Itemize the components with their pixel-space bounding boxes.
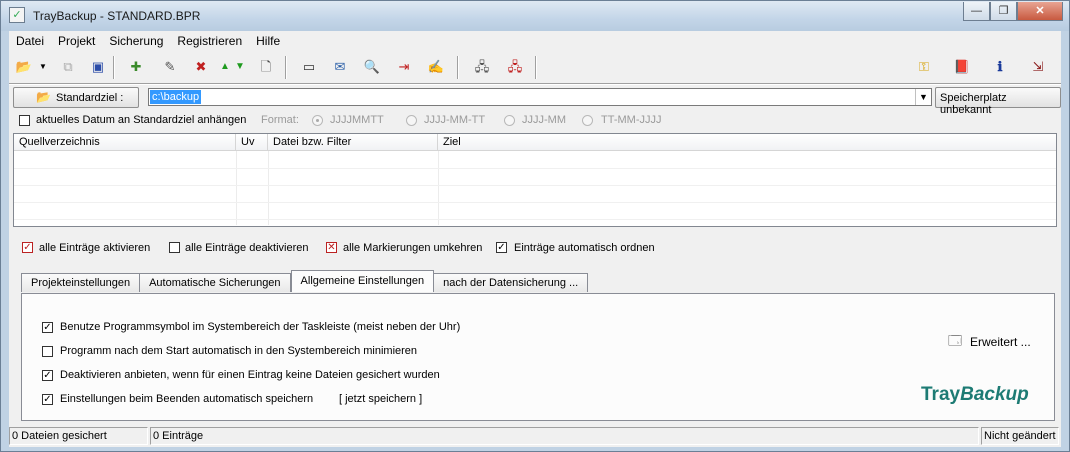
activate-all-link[interactable]: alle Einträge aktivieren <box>39 242 150 254</box>
notes-icon[interactable]: ✍ <box>427 58 445 76</box>
network-drive-icon[interactable]: 🖧 <box>473 58 491 76</box>
settings-tabs: Projekteinstellungen Automatische Sicher… <box>21 270 589 292</box>
network-drive-disconnect-icon[interactable]: 🖧 <box>506 58 524 76</box>
folder-icon: 📂 <box>36 90 51 104</box>
chevron-down-icon[interactable]: ▼ <box>915 89 931 105</box>
invert-marks-checkbox-icon[interactable]: ✕ <box>326 242 337 253</box>
tray-icon-checkbox[interactable]: ✓ <box>42 322 53 333</box>
column-header-target[interactable]: Ziel <box>438 134 1056 151</box>
exit-icon[interactable]: ⇲ <box>1029 58 1047 76</box>
edit-entry-icon[interactable]: ✎ <box>161 58 179 76</box>
book-icon[interactable]: 📕 <box>953 58 971 76</box>
settings-window-icon[interactable]: 🗔 <box>948 332 962 354</box>
minimize-button[interactable]: — <box>963 2 990 21</box>
offer-deactivate-label: Deaktivieren anbieten, wenn für einen Ei… <box>60 369 440 381</box>
source-list[interactable]: Quellverzeichnis Uv Datei bzw. Filter Zi… <box>13 133 1057 227</box>
copy-project-icon[interactable]: ⧉ <box>59 58 77 76</box>
search-icon[interactable]: 🔍 <box>363 58 381 76</box>
toolbar: 📂 ▼ ⧉ ▣ ✚ ✎ ✖ ▲ ▼ 🗋 ▭ ✉ 🔍 ⇥ ✍ 🖧 🖧 ⚿ 📕 ℹ … <box>9 53 1061 81</box>
offer-deactivate-checkbox[interactable]: ✓ <box>42 370 53 381</box>
append-date-label: aktuelles Datum an Standardziel anhängen <box>36 114 247 126</box>
status-files-saved: 0 Dateien gesichert <box>9 427 148 445</box>
auto-sort-checkbox[interactable]: ✓ <box>496 242 507 253</box>
storage-space-button[interactable]: Speicherplatz unbekannt <box>935 87 1061 116</box>
toolbar-divider <box>9 83 1061 85</box>
mail-icon[interactable]: ✉ <box>331 58 349 76</box>
key-icon[interactable]: ⚿ <box>915 58 933 76</box>
info-icon[interactable]: ℹ <box>991 58 1009 76</box>
status-changed: Nicht geändert <box>981 427 1059 445</box>
activate-all-checkbox-icon[interactable]: ✓ <box>22 242 33 253</box>
client-area: 📂 ▼ ⧉ ▣ ✚ ✎ ✖ ▲ ▼ 🗋 ▭ ✉ 🔍 ⇥ ✍ 🖧 🖧 ⚿ 📕 ℹ … <box>9 50 1061 447</box>
menu-bar: Datei Projekt Sicherung Registrieren Hil… <box>9 31 1061 50</box>
standard-target-label: Standardziel : <box>56 92 124 104</box>
tab-after-backup[interactable]: nach der Datensicherung ... <box>434 273 589 292</box>
tray-icon-label: Benutze Programmsymbol im Systembereich … <box>60 321 461 333</box>
target-path-value: c:\backup <box>150 90 202 104</box>
app-checkmark-icon[interactable]: ✓ <box>9 7 25 23</box>
view-icon[interactable]: ▭ <box>300 58 318 76</box>
auto-sort-label: Einträge automatisch ordnen <box>514 242 655 254</box>
status-bar: 0 Dateien gesichert 0 Einträge Nicht geä… <box>9 426 1061 445</box>
open-folder-icon[interactable]: 📂 <box>15 58 33 76</box>
format-option-label: TT-MM-JJJJ <box>601 114 662 126</box>
menu-projekt[interactable]: Projekt <box>51 31 102 50</box>
format-option-label: JJJJMMTT <box>330 114 384 126</box>
dropdown-arrow-icon[interactable]: ▼ <box>34 58 52 76</box>
menu-hilfe[interactable]: Hilfe <box>249 31 287 50</box>
autosave-settings-checkbox[interactable]: ✓ <box>42 394 53 405</box>
column-header-filter[interactable]: Datei bzw. Filter <box>268 134 438 151</box>
format-radio-jjjj-mm[interactable] <box>504 115 515 126</box>
move-down-icon[interactable]: ▼ <box>231 58 249 76</box>
advanced-link[interactable]: Erweitert ... <box>970 335 1031 349</box>
remove-entry-icon[interactable]: ✖ <box>192 58 210 76</box>
new-document-icon[interactable]: 🗋 <box>257 58 275 76</box>
format-label: Format: <box>261 114 299 126</box>
tab-general-settings[interactable]: Allgemeine Einstellungen <box>290 270 435 292</box>
standard-target-button[interactable]: 📂 Standardziel : <box>13 87 139 108</box>
main-window: ✓ TrayBackup - STANDARD.BPR — ❐ ✕ Datei … <box>0 0 1070 452</box>
format-radio-jjjj-mm-tt[interactable] <box>406 115 417 126</box>
menu-sicherung[interactable]: Sicherung <box>102 31 170 50</box>
append-date-checkbox[interactable] <box>19 115 30 126</box>
general-settings-panel: ✓ Benutze Programmsymbol im Systembereic… <box>21 293 1055 421</box>
minimize-to-tray-checkbox[interactable] <box>42 346 53 357</box>
column-header-uv[interactable]: Uv <box>236 134 268 151</box>
format-radio-tt-mm-jjjj[interactable] <box>582 115 593 126</box>
window-title: TrayBackup - STANDARD.BPR <box>33 9 201 23</box>
tab-automatic-backups[interactable]: Automatische Sicherungen <box>140 273 291 292</box>
export-icon[interactable]: ⇥ <box>395 58 413 76</box>
add-entry-icon[interactable]: ✚ <box>127 58 145 76</box>
status-entries: 0 Einträge <box>150 427 979 445</box>
storage-space-label: Speicherplatz unbekannt <box>940 92 1007 116</box>
save-project-icon[interactable]: ▣ <box>89 58 107 76</box>
target-path-combo[interactable]: c:\backup ▼ <box>148 88 932 106</box>
menu-registrieren[interactable]: Registrieren <box>170 31 249 50</box>
list-header: Quellverzeichnis Uv Datei bzw. Filter Zi… <box>14 134 1056 151</box>
deactivate-all-checkbox-icon[interactable] <box>169 242 180 253</box>
menu-datei[interactable]: Datei <box>9 31 51 50</box>
minimize-to-tray-label: Programm nach dem Start automatisch in d… <box>60 345 418 357</box>
title-bar[interactable]: ✓ TrayBackup - STANDARD.BPR — ❐ ✕ <box>1 1 1069 31</box>
column-header-source[interactable]: Quellverzeichnis <box>14 134 236 151</box>
autosave-settings-label: Einstellungen beim Beenden automatisch s… <box>60 393 314 405</box>
invert-marks-link[interactable]: alle Markierungen umkehren <box>343 242 482 254</box>
tab-project-settings[interactable]: Projekteinstellungen <box>21 273 141 292</box>
maximize-button[interactable]: ❐ <box>990 2 1017 21</box>
format-option-label: JJJJ-MM-TT <box>424 114 486 126</box>
format-option-label: JJJJ-MM <box>522 114 566 126</box>
save-now-link[interactable]: [ jetzt speichern ] <box>339 393 422 405</box>
traybackup-logo: TrayBackup <box>921 384 1029 405</box>
format-radio-jjjjmmtt[interactable] <box>312 115 323 126</box>
close-button[interactable]: ✕ <box>1017 2 1063 21</box>
deactivate-all-link[interactable]: alle Einträge deaktivieren <box>185 242 309 254</box>
